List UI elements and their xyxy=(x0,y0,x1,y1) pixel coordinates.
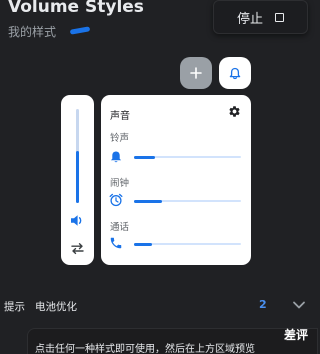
style-indicator-pill xyxy=(69,26,91,35)
toast-message: 点击任何一种样式即可使用，然后在上方区域预览 xyxy=(35,344,255,354)
gear-icon[interactable] xyxy=(228,105,241,118)
call-slider[interactable] xyxy=(134,242,241,246)
battery-optimization-link[interactable]: 电池优化 xyxy=(35,299,77,314)
chevron-down-icon[interactable] xyxy=(292,300,306,310)
stop-button-label: 停止 xyxy=(236,11,263,27)
add-style-button[interactable] xyxy=(180,57,212,89)
alarm-clock-icon xyxy=(109,193,123,207)
card-title: 声音 xyxy=(110,111,130,122)
alarm-slider[interactable] xyxy=(134,199,241,203)
notification-button[interactable] xyxy=(219,57,251,89)
speaker-icon[interactable] xyxy=(70,214,85,227)
call-label: 通话 xyxy=(110,222,130,233)
toast-notification: 点击任何一种样式即可使用，然后在上方区域预览 差评 xyxy=(27,328,318,354)
master-volume-fill xyxy=(76,151,79,203)
stop-button[interactable]: 停止 xyxy=(213,0,308,34)
bell-icon xyxy=(229,67,241,79)
ringtone-label: 铃声 xyxy=(110,133,130,144)
master-volume-panel xyxy=(61,95,94,265)
hint-count-badge: 2 xyxy=(259,298,267,311)
ringtone-slider-fill xyxy=(134,155,156,159)
app-screen: Volume Styles 我的样式 停止 声音 铃声 闹钟 通话 提示 电池优… xyxy=(0,0,318,354)
call-slider-fill xyxy=(134,242,153,246)
alarm-label: 闹钟 xyxy=(110,178,130,189)
bell-icon xyxy=(110,151,122,163)
hint-label: 提示 xyxy=(4,301,25,313)
plus-icon xyxy=(190,67,202,79)
phone-icon xyxy=(110,237,122,249)
page-title: Volume Styles xyxy=(8,0,144,17)
toast-action-button[interactable]: 差评 xyxy=(284,326,308,343)
page-subtitle: 我的样式 xyxy=(8,25,57,39)
sound-settings-card: 声音 铃声 闹钟 通话 xyxy=(101,95,251,265)
swap-arrows-icon[interactable] xyxy=(70,242,85,255)
ringtone-slider[interactable] xyxy=(134,155,241,159)
alarm-slider-fill xyxy=(134,199,162,203)
stop-square-icon xyxy=(275,12,284,22)
